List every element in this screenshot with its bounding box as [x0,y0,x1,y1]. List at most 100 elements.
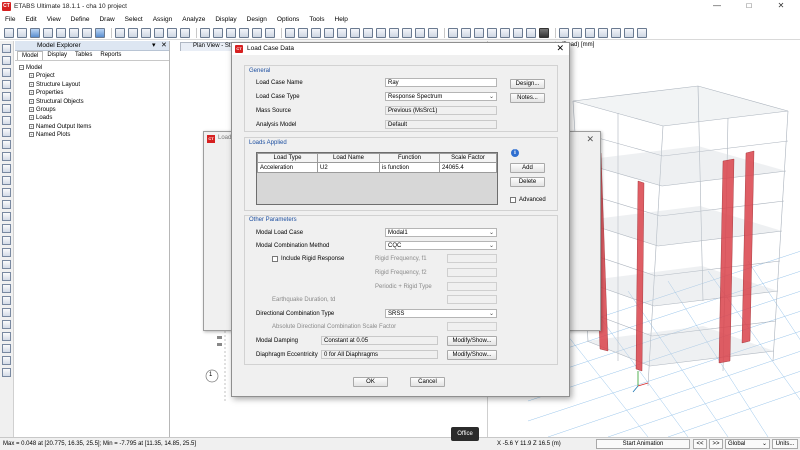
clear-select-icon[interactable] [474,27,484,38]
previous-step-button[interactable]: << [693,439,707,449]
section-cut-icon[interactable] [585,27,595,38]
select-all-icon[interactable] [448,27,458,38]
display-options-icon[interactable] [539,27,549,38]
snap-intersections-icon[interactable] [2,236,11,245]
expand-icon[interactable]: + [29,98,34,104]
zoom-in-icon[interactable] [115,27,125,38]
draw-dimension-icon[interactable] [2,176,11,185]
expand-icon[interactable]: + [29,90,34,96]
menu-file[interactable]: File [5,16,15,23]
load-case-type-select[interactable]: Response Spectrum ⌄ [385,92,497,101]
menu-help[interactable]: Help [335,16,348,23]
extrude-icon[interactable] [363,27,373,38]
rotate-tool-icon[interactable] [2,344,11,353]
tree-item-named-output-items[interactable]: + Named Output Items [19,123,169,131]
draw-column-icon[interactable] [2,92,11,101]
line-icon[interactable] [513,27,523,38]
menu-draw[interactable]: Draw [99,16,114,23]
tab-tables[interactable]: Tables [71,51,96,60]
add-button[interactable]: Add [510,163,545,173]
ok-button[interactable]: OK [353,377,388,387]
mirror-tool-icon[interactable] [2,356,11,365]
snap-perpendicular-icon[interactable] [2,248,11,257]
draw-beam-icon[interactable] [2,80,11,89]
tab-reports[interactable]: Reports [96,51,125,60]
line-style-icon[interactable] [611,27,621,38]
loads-applied-table[interactable]: Load Type Load Name Function Scale Facto… [256,152,498,205]
expand-icon[interactable]: + [29,132,34,138]
cancel-button[interactable]: Cancel [410,377,445,387]
snap-all-icon[interactable] [2,284,11,293]
close-icon[interactable]: ✕ [556,43,564,54]
cell-load-type[interactable]: Acceleration [257,162,318,173]
move-up-icon[interactable] [285,27,295,38]
units-button[interactable]: Units... [772,439,798,449]
snap-points-icon[interactable] [2,212,11,221]
draw-joint-icon[interactable] [2,68,11,77]
forces-icon[interactable] [389,27,399,38]
snap-ends-icon[interactable] [2,224,11,233]
grid-icon[interactable] [415,27,425,38]
menu-options[interactable]: Options [277,16,299,23]
menu-display[interactable]: Display [215,16,236,23]
lock-icon[interactable] [82,27,92,38]
previous-select-icon[interactable] [461,27,471,38]
tree-item-model[interactable]: − Model [19,64,169,72]
view-xz-icon[interactable] [226,27,236,38]
redo-icon[interactable] [56,27,66,38]
zoom-out-icon[interactable] [128,27,138,38]
new-model-icon[interactable] [4,27,14,38]
dimension-icon[interactable] [598,27,608,38]
include-rigid-response-checkbox[interactable] [272,256,278,262]
mesh-icon[interactable] [487,27,497,38]
draw-grid-icon[interactable] [2,188,11,197]
tree-item-structure-layout[interactable]: + Structure Layout [19,81,169,89]
replicate-tool-icon[interactable] [2,368,11,377]
tab-display[interactable]: Display [43,51,71,60]
modify-eccentricity-button[interactable]: Modify/Show... [447,350,497,360]
delete-button[interactable]: Delete [510,177,545,187]
close-icon[interactable]: ✕ [586,134,594,145]
modal-load-case-select[interactable]: Modal1 ⌄ [385,228,497,237]
tree-item-properties[interactable]: + Properties [19,89,169,97]
move-down-icon[interactable] [298,27,308,38]
close-panel-button[interactable]: ✕ [161,41,167,51]
tree-item-loads[interactable]: + Loads [19,114,169,122]
minimize-button[interactable]: — [702,0,732,12]
next-step-button[interactable]: >> [709,439,723,449]
reshape-tool-icon[interactable] [2,56,11,65]
load-case-name-input[interactable]: Ray [385,78,497,87]
maximize-button[interactable]: □ [734,0,764,12]
expand-icon[interactable]: + [29,115,34,121]
view-yz-icon[interactable] [239,27,249,38]
refresh-icon[interactable] [69,27,79,38]
menu-define[interactable]: Define [71,16,90,23]
advanced-checkbox[interactable] [510,197,516,203]
start-animation-button[interactable]: Start Animation [596,439,690,449]
zoom-fit-icon[interactable] [167,27,177,38]
collapse-icon[interactable]: − [19,64,24,70]
cell-function[interactable]: is function [379,162,440,173]
cell-scale-factor[interactable]: 24065.4 [439,162,497,173]
draw-opening-icon[interactable] [2,140,11,149]
view-xy-icon[interactable] [213,27,223,38]
menu-assign[interactable]: Assign [153,16,173,23]
info-icon[interactable]: i [511,149,519,157]
view-3d-icon[interactable] [200,27,210,38]
coordinate-system-select[interactable]: Global ⌄ [725,439,770,449]
object-shrink-icon[interactable] [311,27,321,38]
directional-combination-select[interactable]: SRSS ⌄ [385,309,497,318]
save-icon[interactable] [30,27,40,38]
cell-load-name[interactable]: U2 [317,162,380,173]
zoom-previous-icon[interactable] [154,27,164,38]
draw-brace-icon[interactable] [2,104,11,113]
menu-edit[interactable]: Edit [25,16,36,23]
draw-floor-icon[interactable] [2,128,11,137]
point-icon[interactable] [500,27,510,38]
pan-icon[interactable] [180,27,190,38]
menu-view[interactable]: View [47,16,61,23]
menu-design[interactable]: Design [247,16,267,23]
design-button[interactable]: Design... [510,79,545,89]
perspective-icon[interactable] [265,27,275,38]
draw-section-icon[interactable] [2,200,11,209]
